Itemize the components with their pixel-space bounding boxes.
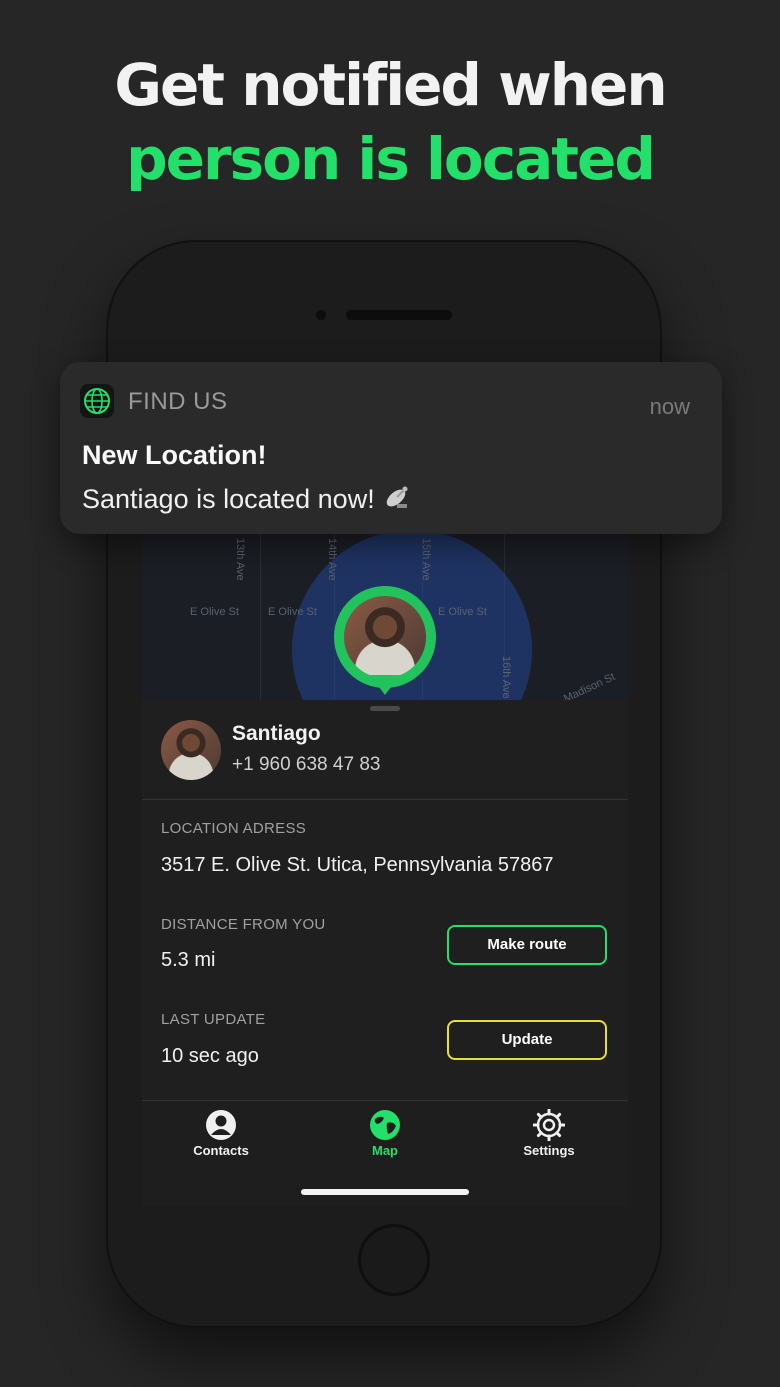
notification-body: Santiago is located now!: [82, 482, 413, 519]
tab-contacts[interactable]: Contacts: [166, 1109, 276, 1158]
contact-name: Santiago: [232, 722, 321, 745]
location-pin-tip: [370, 675, 400, 695]
make-route-button[interactable]: Make route: [447, 925, 607, 965]
tab-bar: Contacts Map Settings: [142, 1100, 628, 1206]
headline: Get notified when person is located: [0, 50, 780, 198]
pin-avatar: [344, 596, 426, 678]
distance-value: 5.3 mi: [161, 949, 216, 971]
home-indicator: [301, 1189, 469, 1195]
satellite-dish-icon: [383, 482, 413, 519]
person-icon: [206, 1110, 236, 1140]
last-update-label: LAST UPDATE: [161, 1011, 266, 1028]
location-pin[interactable]: [334, 586, 436, 688]
front-camera: [316, 310, 326, 320]
gear-icon: [533, 1109, 565, 1141]
update-button[interactable]: Update: [447, 1020, 607, 1060]
sheet-grabber[interactable]: [370, 706, 400, 711]
notification-app-name: FIND US: [128, 388, 228, 415]
last-update-value: 10 sec ago: [161, 1045, 259, 1067]
home-button[interactable]: [358, 1224, 430, 1296]
tab-settings[interactable]: Settings: [494, 1109, 604, 1158]
street-label: 15th Ave: [420, 538, 432, 581]
notification-title: New Location!: [82, 440, 267, 470]
street-label: 16th Ave: [500, 656, 512, 699]
tab-label: Map: [372, 1143, 398, 1158]
street-label: Madison St: [562, 670, 617, 700]
details-sheet: Santiago +1 960 638 47 83 LOCATION ADRES…: [142, 700, 628, 1206]
contact-phone: +1 960 638 47 83: [232, 754, 381, 775]
street-label: E Olive St: [438, 606, 487, 618]
location-label: LOCATION ADRESS: [161, 820, 307, 837]
contact-row[interactable]: Santiago +1 960 638 47 83: [142, 718, 628, 800]
street-label: 13th Ave: [234, 538, 246, 581]
app-icon: [80, 384, 114, 418]
street-label: E Olive St: [268, 606, 317, 618]
street-label: 14th Ave: [326, 538, 338, 581]
avatar: [161, 720, 221, 780]
street-label: E Olive St: [190, 606, 239, 618]
earpiece-speaker: [346, 310, 452, 320]
globe-icon: [84, 388, 110, 414]
notification-time: now: [649, 394, 690, 419]
notification-body-text: Santiago is located now!: [82, 484, 375, 514]
push-notification[interactable]: FIND US now New Location! Santiago is lo…: [60, 362, 722, 534]
distance-label: DISTANCE FROM YOU: [161, 916, 326, 933]
location-value: 3517 E. Olive St. Utica, Pennsylvania 57…: [161, 854, 554, 876]
tab-label: Settings: [523, 1143, 575, 1158]
tab-label: Contacts: [193, 1143, 249, 1158]
globe-icon: [370, 1110, 400, 1140]
headline-line-1: Get notified when: [114, 51, 667, 119]
tab-map[interactable]: Map: [330, 1109, 440, 1158]
headline-line-2: person is located: [126, 125, 656, 193]
